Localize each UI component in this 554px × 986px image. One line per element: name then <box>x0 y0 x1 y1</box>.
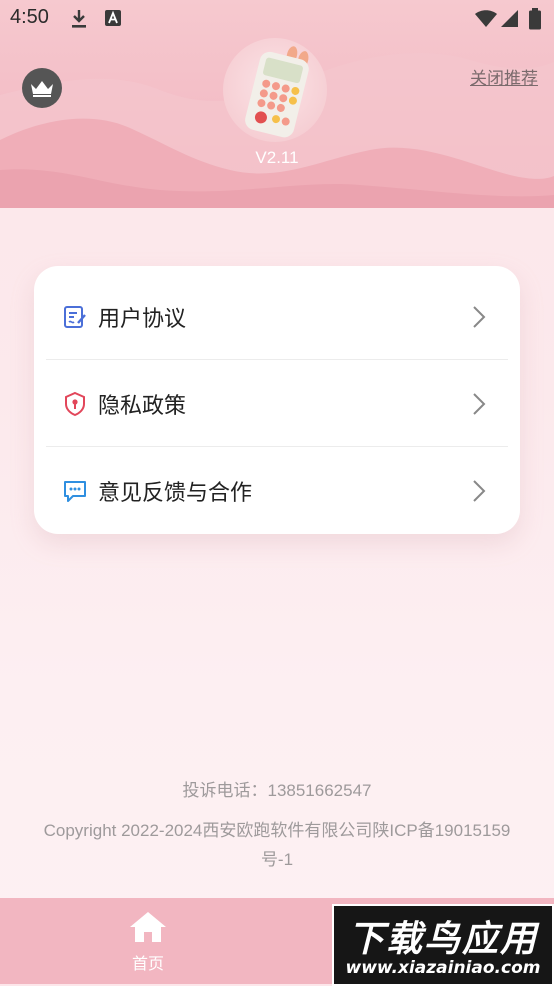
chevron-right-icon <box>473 393 486 415</box>
menu-item-feedback[interactable]: 意见反馈与合作 <box>46 448 508 534</box>
menu-item-label: 意见反馈与合作 <box>98 481 253 506</box>
font-a-icon <box>105 10 121 26</box>
site-watermark: 下载鸟应用 www.xiazainiao.com <box>332 904 554 986</box>
battery-icon <box>529 8 541 30</box>
crown-icon <box>31 81 53 97</box>
status-bar: 4:50 <box>0 0 554 38</box>
menu-item-user-agreement[interactable]: 用户协议 <box>46 274 508 360</box>
chevron-right-icon <box>473 480 486 502</box>
chevron-right-icon <box>473 306 486 328</box>
cell-signal-icon <box>501 10 518 27</box>
shield-lock-icon <box>65 391 85 417</box>
divider <box>46 359 508 360</box>
complaint-phone: 投诉电话：13851662547 <box>182 781 372 800</box>
wifi-icon <box>475 10 497 27</box>
menu-item-label: 隐私政策 <box>98 394 187 419</box>
menu-item-label: 用户协议 <box>98 307 187 332</box>
watermark-title: 下载鸟应用 <box>347 919 538 960</box>
vip-crown-button[interactable] <box>22 68 62 108</box>
watermark-url: www.xiazainiao.com <box>345 958 541 978</box>
tab-home[interactable]: 首页 <box>117 910 179 974</box>
copyright-text: Copyright 2022-2024西安欧跑软件有限公司陕ICP备190151… <box>43 821 511 869</box>
document-edit-icon <box>64 306 86 328</box>
app-logo <box>223 38 327 142</box>
calculator-toy-icon <box>245 46 309 138</box>
close-recommend-link[interactable]: 关闭推荐 <box>470 64 538 89</box>
home-icon <box>130 912 166 942</box>
settings-menu-card: 用户协议 隐私政策 意见反馈与合作 <box>34 266 520 534</box>
status-time: 4:50 <box>10 6 49 28</box>
menu-item-privacy-policy[interactable]: 隐私政策 <box>46 361 508 447</box>
app-version: V2.11 <box>255 148 299 167</box>
download-icon <box>72 10 86 28</box>
divider <box>46 446 508 447</box>
header-banner: 4:50 关闭推荐 V2.11 <box>0 0 554 208</box>
tab-home-label: 首页 <box>131 954 164 973</box>
chat-bubble-icon <box>64 481 86 502</box>
